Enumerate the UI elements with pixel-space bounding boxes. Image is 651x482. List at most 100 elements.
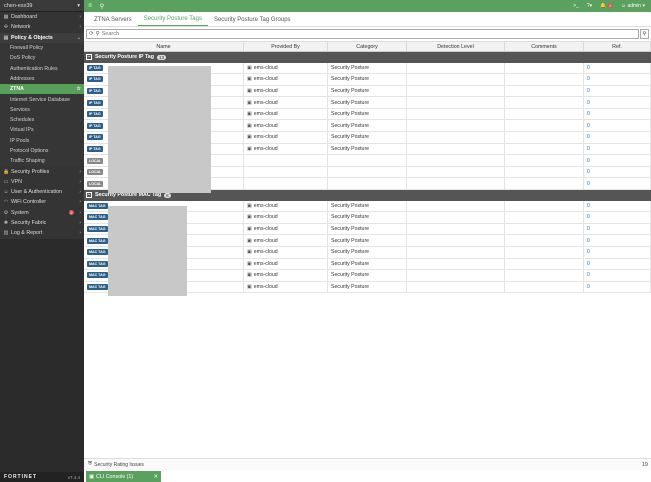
sidebar-item-security-fabric[interactable]: ✺ Security Fabric › xyxy=(0,217,84,229)
sidebar-subitem-internet-service-database[interactable]: Internet Service Database xyxy=(0,94,84,105)
sidebar-item-dashboard[interactable]: ▦ Dashboard › xyxy=(0,12,84,23)
fortinet-logo: FORTINET xyxy=(4,474,37,480)
cell-provided-by: ▣ ems-cloud xyxy=(244,223,328,235)
sidebar-item-user-authentication[interactable]: ☺ User & Authentication › xyxy=(0,187,84,198)
provider-text: ems-cloud xyxy=(253,226,278,233)
tab-security-posture-tag-groups[interactable]: Security Posture Tag Groups xyxy=(208,17,297,26)
cell-category: Security Posture xyxy=(328,246,407,258)
firmware-version: v7.4.4 xyxy=(67,474,80,480)
chevron-right-icon: › xyxy=(79,24,81,31)
sidebar-item-vpn[interactable]: ▭ VPN › xyxy=(0,176,84,188)
device-name: chen-esx39 xyxy=(4,2,33,9)
cloud-server-icon: ▣ xyxy=(247,226,252,233)
cli-icon[interactable]: >_ xyxy=(573,3,579,9)
tag-type-badge: MAC TAG xyxy=(87,202,108,209)
cell-ref[interactable]: 0 xyxy=(584,235,651,246)
cloud-server-icon: ▣ xyxy=(247,122,252,129)
cell-ref[interactable]: 0 xyxy=(584,85,651,97)
sidebar-subitem-ip-pools[interactable]: IP Pools xyxy=(0,135,84,146)
collapse-icon[interactable]: − xyxy=(86,192,92,199)
cell-category: Security Posture xyxy=(328,132,407,143)
notifications-button[interactable]: 🔔 2 xyxy=(600,3,613,9)
cell-ref[interactable]: 0 xyxy=(584,143,651,155)
column-header-name[interactable]: Name xyxy=(84,42,244,51)
tag-type-badge: IP TAG xyxy=(87,145,103,152)
help-icon[interactable]: ?▾ xyxy=(587,3,592,9)
column-header-comments[interactable]: Comments xyxy=(505,42,584,51)
sidebar-item-label: Addresses xyxy=(10,75,35,82)
sidebar-subitem-services[interactable]: Services xyxy=(0,104,84,115)
tab-ztna-servers[interactable]: ZTNA Servers xyxy=(88,17,138,26)
table-header: Name Provided By Category Detection Leve… xyxy=(84,41,651,52)
sidebar-subitem-addresses[interactable]: Addresses xyxy=(0,73,84,85)
sidebar-subitem-schedules[interactable]: Schedules xyxy=(0,114,84,126)
sidebar-item-label: ZTNA xyxy=(10,86,24,93)
tag-type-badge: MAC TAG xyxy=(87,260,108,267)
cell-ref[interactable]: 0 xyxy=(584,258,651,270)
cli-console-tab[interactable]: ▣ CLI Console (1) ✕ xyxy=(86,471,161,482)
sidebar-subitem-firewall-policy[interactable]: Firewall Policy xyxy=(0,42,84,54)
cell-ref[interactable]: 0 xyxy=(584,246,651,258)
sidebar-subitem-dos-policy[interactable]: DoS Policy xyxy=(0,53,84,64)
sidebar-item-policy-objects[interactable]: ▤ Policy & Objects ⌄ xyxy=(0,32,84,43)
cell-ref[interactable]: 0 xyxy=(584,178,651,190)
sidebar-item-label: Log & Report xyxy=(11,230,43,237)
provider-text: ems-cloud xyxy=(253,87,278,94)
cell-ref[interactable]: 0 xyxy=(584,166,651,178)
collapse-icon[interactable]: − xyxy=(86,54,92,61)
sidebar-item-log-report[interactable]: ▥ Log & Report › xyxy=(0,228,84,239)
sidebar-item-network[interactable]: ✣ Network › xyxy=(0,22,84,33)
cell-comments xyxy=(505,62,584,74)
sidebar-item-security-profiles[interactable]: 🔒 Security Profiles › xyxy=(0,166,84,177)
sidebar-item-label: System xyxy=(11,209,29,216)
column-header-provided-by[interactable]: Provided By xyxy=(244,42,328,51)
column-header-ref[interactable]: Ref. xyxy=(584,42,651,51)
cell-category xyxy=(328,178,407,190)
cell-ref[interactable]: 0 xyxy=(584,200,651,212)
cell-ref[interactable]: 0 xyxy=(584,120,651,132)
search-icon[interactable]: ⚲ xyxy=(96,3,108,10)
cell-ref[interactable]: 0 xyxy=(584,97,651,108)
search-input[interactable] xyxy=(101,29,596,38)
cloud-server-icon: ▣ xyxy=(247,237,252,244)
search-button[interactable]: ⚲ xyxy=(640,28,649,39)
star-icon[interactable]: ☆ xyxy=(77,86,81,92)
sidebar-subitem-authentication-rules[interactable]: Authentication Rules xyxy=(0,63,84,74)
cell-detection-level xyxy=(407,120,505,132)
close-icon[interactable]: ✕ xyxy=(154,474,161,480)
group-title: Security Posture MAC Tag xyxy=(95,192,162,199)
sidebar-subitem-virtual-ips[interactable]: Virtual IPs xyxy=(0,125,84,136)
cell-ref[interactable]: 0 xyxy=(584,132,651,143)
column-header-category[interactable]: Category xyxy=(328,42,407,51)
cell-ref[interactable]: 0 xyxy=(584,223,651,235)
group-count: 13 xyxy=(156,54,166,60)
sidebar-subitem-ztna[interactable]: ZTNA ☆ xyxy=(0,84,84,95)
cell-ref[interactable]: 0 xyxy=(584,270,651,281)
device-selector[interactable]: chen-esx39 ▾ xyxy=(0,0,84,12)
cell-ref[interactable]: 0 xyxy=(584,212,651,223)
cell-ref[interactable]: 0 xyxy=(584,108,651,120)
cell-ref[interactable]: 0 xyxy=(584,281,651,293)
cell-provided-by: ▣ ems-cloud xyxy=(244,132,328,143)
provider-text: ems-cloud xyxy=(253,283,278,290)
cell-ref[interactable]: 0 xyxy=(584,62,651,74)
cell-provided-by: ▣ ems-cloud xyxy=(244,258,328,270)
sidebar-item-wifi-controller[interactable]: ◠ WiFi Controller › xyxy=(0,197,84,208)
sidebar-item-system[interactable]: ⚙ System 2 › xyxy=(0,207,84,218)
sidebar-subitem-traffic-shaping[interactable]: Traffic Shaping xyxy=(0,156,84,167)
menu-icon[interactable]: ≡ xyxy=(84,3,96,9)
column-header-detection-level[interactable]: Detection Level xyxy=(407,42,505,51)
group-count: 8 xyxy=(164,192,171,198)
sidebar-subitem-protocol-options[interactable]: Protocol Options xyxy=(0,145,84,157)
refresh-icon[interactable]: ⟳ xyxy=(89,31,94,37)
group-header[interactable]: − Security Posture IP Tag 13 xyxy=(84,52,651,63)
cell-ref[interactable]: 0 xyxy=(584,155,651,166)
cell-detection-level xyxy=(407,166,505,178)
user-menu[interactable]: ☺ admin ▾ xyxy=(621,3,645,9)
wifi-icon: ◠ xyxy=(3,199,9,206)
top-bar: ≡ ⚲ >_ ?▾ 🔔 2 ☺ admin ▾ xyxy=(84,0,651,12)
cell-ref[interactable]: 0 xyxy=(584,74,651,85)
security-rating-issues-link[interactable]: Security Rating Issues xyxy=(94,462,144,468)
tab-security-posture-tags[interactable]: Security Posture Tags xyxy=(137,16,208,26)
provider-text: ems-cloud xyxy=(253,249,278,256)
